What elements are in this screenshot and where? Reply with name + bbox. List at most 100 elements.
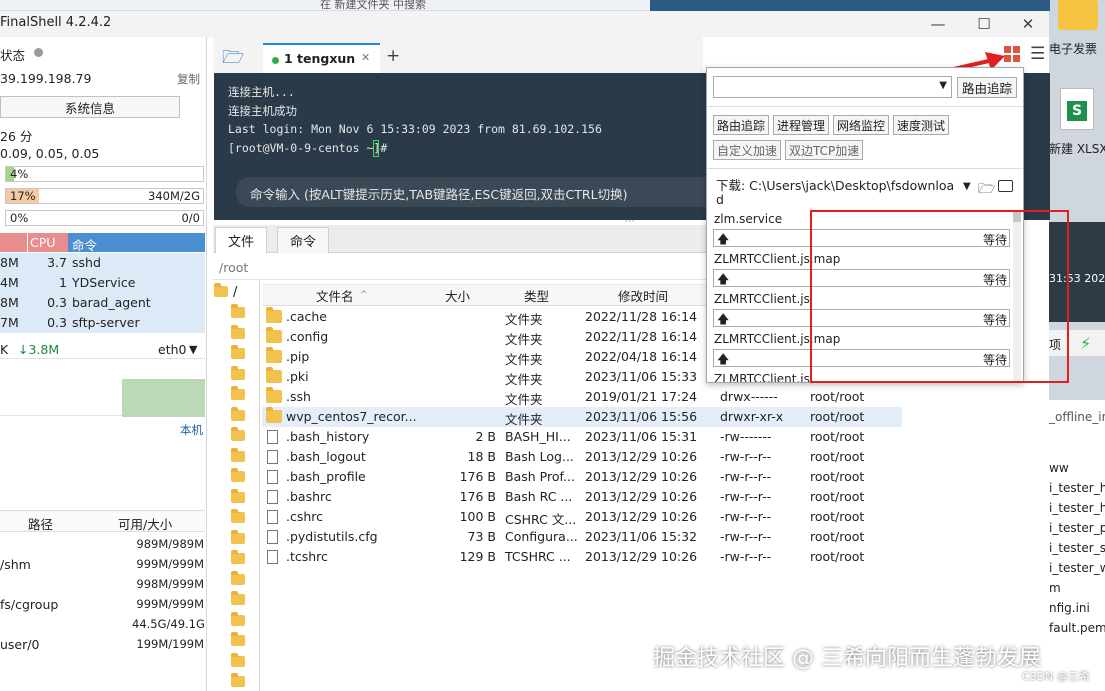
disk-size-header[interactable]: 可用/大小 xyxy=(118,514,172,533)
tree-folder-icon[interactable] xyxy=(231,468,245,482)
tree-folder-icon[interactable] xyxy=(231,611,245,626)
file-row[interactable]: .tcshrc 129 B TCSHRC ... 2013/12/29 10:2… xyxy=(262,547,902,567)
tree-folder-icon[interactable] xyxy=(231,345,245,359)
process-command[interactable]: sshd xyxy=(72,255,101,270)
tree-folder-icon[interactable] xyxy=(231,673,245,687)
file-time: 2013/12/29 10:26 xyxy=(585,489,698,504)
file-row[interactable]: .pydistutils.cfg 73 B Configura... 2023/… xyxy=(262,527,902,547)
tree-folder-icon[interactable] xyxy=(231,550,245,564)
chevron-down-icon[interactable]: ▼ xyxy=(963,181,971,192)
tree-folder-icon[interactable] xyxy=(231,324,245,339)
cpu-column-header[interactable]: CPU xyxy=(30,235,55,250)
minimize-button[interactable]: — xyxy=(916,11,960,37)
add-tab-icon[interactable]: + xyxy=(386,46,400,66)
splitter-handle[interactable]: ⋯ xyxy=(625,216,635,227)
tree-folder-icon[interactable] xyxy=(231,447,245,462)
type-column-header[interactable]: 类型 xyxy=(524,286,549,305)
net-upload: K xyxy=(0,342,9,357)
maximize-button[interactable]: ☐ xyxy=(962,11,1006,37)
file-size: 2 B xyxy=(475,429,496,444)
folder-icon xyxy=(266,387,282,403)
host-select[interactable]: ▼ xyxy=(713,76,952,98)
tool-network-monitor[interactable]: 网络监控 xyxy=(833,115,890,135)
size-column-header[interactable]: 大小 xyxy=(445,286,470,305)
file-row[interactable]: wvp_centos7_recor... 文件夹 2023/11/06 15:5… xyxy=(262,407,902,427)
browser-strip: 在 新建文件夹 中搜索 xyxy=(0,0,650,11)
tool-route-trace[interactable]: 路由追踪 xyxy=(713,115,770,135)
tree-root[interactable]: / xyxy=(233,285,237,300)
desktop-file-3: i_tester_h xyxy=(1049,501,1105,515)
net-interface-select[interactable]: eth0 xyxy=(158,342,186,357)
process-command[interactable]: YDService xyxy=(72,275,135,290)
file-row[interactable]: .cshrc 100 B CSHRC 文... 2013/12/29 10:26… xyxy=(262,507,902,527)
swap-bar: 0% 0/0 xyxy=(5,210,204,226)
tree-folder-icon[interactable] xyxy=(231,365,245,380)
terminal-prompt: [root@VM-0-9-centos ~]# xyxy=(228,141,388,155)
file-icon xyxy=(267,530,278,544)
tool-process-manager[interactable]: 进程管理 xyxy=(773,115,830,135)
route-trace-button-label: 路由追踪 xyxy=(962,81,1013,96)
tree-folder-icon[interactable] xyxy=(231,632,245,646)
mem-pct: 17% xyxy=(10,189,36,203)
tree-folder-icon[interactable] xyxy=(231,427,245,441)
local-host-link[interactable]: 本机 xyxy=(180,422,203,438)
tree-folder-icon[interactable] xyxy=(231,570,245,585)
tab-files-label: 文件 xyxy=(228,235,255,250)
chevron-down-icon[interactable]: ▼ xyxy=(189,343,197,356)
disk-path-header[interactable]: 路径 xyxy=(28,514,53,533)
session-tab[interactable]: 1 tengxun ✕ xyxy=(263,43,380,73)
folder-open-icon[interactable]: 🗁 xyxy=(222,45,244,75)
file-name: .bashrc xyxy=(286,489,332,504)
disk-path: user/0 xyxy=(0,637,40,652)
folder-icon xyxy=(214,283,228,297)
tree-folder-icon[interactable] xyxy=(231,509,245,523)
file-row[interactable]: .bashrc 176 B Bash RC ... 2013/12/29 10:… xyxy=(262,487,902,507)
close-button[interactable]: ✕ xyxy=(1006,11,1050,37)
tool-speed-test[interactable]: 速度测试 xyxy=(893,115,950,135)
process-command[interactable]: barad_agent xyxy=(72,295,151,310)
terminal-line: 连接主机成功 xyxy=(228,104,297,118)
process-mem: 4M xyxy=(0,275,19,290)
tree-folder-icon[interactable] xyxy=(231,304,245,318)
route-trace-button[interactable]: 路由追踪 xyxy=(957,77,1018,98)
file-permissions: -rw-r--r-- xyxy=(720,529,772,544)
desktop-item-invoice[interactable]: 电子发票 xyxy=(1049,40,1097,57)
load-average: 0.09, 0.05, 0.05 xyxy=(0,146,100,161)
file-size: 18 B xyxy=(467,449,496,464)
file-row[interactable]: .ssh 文件夹 2019/01/21 17:24 drwx------ roo… xyxy=(262,387,902,407)
file-permissions: -rw-r--r-- xyxy=(720,549,772,564)
file-row[interactable]: .bash_history 2 B BASH_HI... 2023/11/06 … xyxy=(262,427,902,447)
tree-folder-icon[interactable] xyxy=(231,591,245,605)
tree-folder-icon[interactable] xyxy=(231,386,245,400)
file-type: Bash Log... xyxy=(505,449,574,464)
time-column-header[interactable]: 修改时间 xyxy=(618,286,668,305)
sysinfo-button[interactable]: 系统信息 xyxy=(0,96,180,118)
tool-tcp-accel[interactable]: 双边TCP加速 xyxy=(785,140,864,160)
upload-arrow-icon: 🡅 xyxy=(717,352,730,366)
desktop-item-xlsx[interactable]: 新建 XLSX xyxy=(1049,140,1105,157)
tree-folder-icon[interactable] xyxy=(231,406,245,421)
tree-folder-icon[interactable] xyxy=(231,488,245,503)
file-row[interactable]: .bash_logout 18 B Bash Log... 2013/12/29… xyxy=(262,447,902,467)
copy-link[interactable]: 复制 xyxy=(177,71,200,87)
tab-commands[interactable]: 命令 xyxy=(277,227,330,253)
command-column-header[interactable]: 命令 xyxy=(72,235,97,254)
folder-icon[interactable] xyxy=(998,180,1013,192)
tree-folder-icon[interactable] xyxy=(231,529,245,544)
tree-folder-icon[interactable] xyxy=(231,652,245,667)
terminal-right xyxy=(1024,73,1050,220)
close-tab-icon[interactable]: ✕ xyxy=(361,51,370,64)
download-path-cont: d xyxy=(716,192,724,207)
tab-files[interactable]: 文件 xyxy=(215,227,268,253)
command-input[interactable]: 命令输入 (按ALT键提示历史,TAB键路径,ESC键返回,双击CTRL切换) xyxy=(236,177,706,207)
upload-arrow-icon: 🡅 xyxy=(717,272,730,286)
transfer-name: zlm.service xyxy=(714,212,783,226)
menu-icon[interactable]: ☰ xyxy=(1030,44,1045,64)
tool-custom-accel[interactable]: 自定义加速 xyxy=(713,140,782,160)
file-row[interactable]: .bash_profile 176 B Bash Prof... 2013/12… xyxy=(262,467,902,487)
name-column-header[interactable]: 文件名 xyxy=(316,286,354,305)
process-command[interactable]: sftp-server xyxy=(72,315,140,330)
folder-open-icon[interactable]: 🗁 xyxy=(978,178,995,202)
path-bar[interactable]: /root xyxy=(213,256,708,280)
title-bar xyxy=(0,11,1049,37)
